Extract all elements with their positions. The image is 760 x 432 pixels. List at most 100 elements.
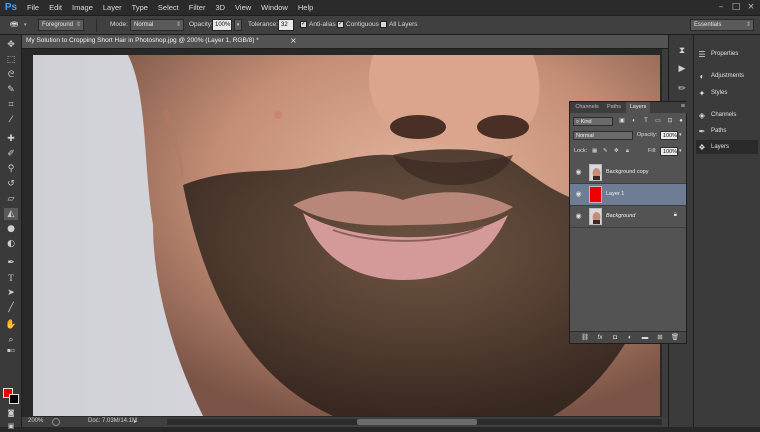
panel-adjustments[interactable]: ◐ Adjustments: [696, 69, 758, 83]
lock-transparent-icon[interactable]: ▦: [592, 147, 597, 156]
brush-presets-icon[interactable]: ✏: [675, 83, 689, 95]
quick-select-icon[interactable]: ✎: [4, 84, 18, 96]
opacity-dropdown-icon[interactable]: ▾: [234, 19, 242, 31]
lasso-icon[interactable]: ᘓ: [4, 69, 18, 81]
link-icon[interactable]: ⛓: [580, 333, 590, 343]
tab-layers[interactable]: Layers: [626, 102, 650, 113]
document-tab[interactable]: My Solution to Cropping Short Hair in Ph…: [22, 35, 668, 49]
panel-styles[interactable]: ✦ Styles: [696, 86, 758, 100]
new-layer-icon[interactable]: ⊞: [655, 333, 665, 343]
zoom-reset-icon[interactable]: [52, 418, 60, 426]
history-brush-icon[interactable]: ↺: [4, 178, 18, 190]
menu-layer[interactable]: Layer: [98, 0, 127, 15]
zoom-level[interactable]: 200%: [28, 418, 43, 424]
fill-source-select[interactable]: Foreground ⇕: [38, 19, 84, 31]
status-menu-arrow[interactable]: ▸: [134, 418, 137, 425]
menu-type[interactable]: Type: [127, 0, 153, 15]
pen-icon[interactable]: ✒: [4, 257, 18, 269]
layer-opacity-field[interactable]: 100%: [660, 131, 678, 140]
minimize-icon[interactable]: –: [716, 2, 726, 12]
contiguous-checkbox[interactable]: ✓: [337, 21, 344, 28]
menu-select[interactable]: Select: [153, 0, 184, 15]
adjustment-filter-icon[interactable]: ◐: [630, 117, 638, 125]
visibility-eye-icon[interactable]: ◉: [574, 190, 583, 199]
mode-select[interactable]: Normal ⇕: [130, 19, 184, 31]
workspace-select[interactable]: Essentials ⇕: [690, 19, 754, 31]
layer-row[interactable]: ◉ Background copy: [570, 162, 686, 184]
menu-filter[interactable]: Filter: [184, 0, 211, 15]
opacity-dropdown-icon[interactable]: ▾: [679, 131, 682, 140]
crop-icon[interactable]: ⌗: [4, 99, 18, 111]
maximize-icon[interactable]: □: [731, 2, 741, 12]
brush-icon[interactable]: ✐: [4, 148, 18, 160]
menu-edit[interactable]: Edit: [44, 0, 67, 15]
opacity-field[interactable]: 100%: [212, 19, 232, 31]
eraser-icon[interactable]: ▱: [4, 193, 18, 205]
menu-window[interactable]: Window: [256, 0, 293, 15]
hand-icon[interactable]: ✋: [4, 319, 18, 331]
background-color-swatch[interactable]: [9, 394, 19, 404]
history-icon[interactable]: ⧗: [675, 45, 689, 57]
clone-stamp-icon[interactable]: ⚲: [4, 163, 18, 175]
tab-channels[interactable]: Channels: [572, 102, 602, 113]
eyedropper-icon[interactable]: ⁄: [4, 114, 18, 126]
fx-button[interactable]: fx: [595, 333, 605, 343]
close-icon[interactable]: ×: [746, 2, 756, 12]
type-filter-icon[interactable]: T: [642, 117, 650, 125]
fill-dropdown-icon[interactable]: ▾: [679, 147, 682, 156]
panel-properties[interactable]: ☰ Properties: [696, 47, 758, 61]
paint-bucket-icon[interactable]: ⛂: [10, 19, 18, 30]
visibility-eye-icon[interactable]: ◉: [574, 168, 583, 177]
shape-filter-icon[interactable]: ▭: [654, 117, 662, 125]
marquee-icon[interactable]: ⬚: [4, 54, 18, 66]
menu-view[interactable]: View: [230, 0, 256, 15]
opacity-label: Opacity:: [189, 21, 213, 28]
menu-3d[interactable]: 3D: [210, 0, 230, 15]
trash-icon[interactable]: 🗑︎: [670, 333, 680, 343]
blend-mode-select[interactable]: Normal: [573, 131, 633, 140]
healing-brush-icon[interactable]: ✚: [4, 133, 18, 145]
pixel-filter-icon[interactable]: ▣: [618, 117, 626, 125]
layer-row[interactable]: ◉ Background 🔒︎: [570, 206, 686, 228]
type-icon[interactable]: T: [4, 272, 18, 284]
all-layers-checkbox[interactable]: [380, 21, 387, 28]
fill-field[interactable]: 100%: [660, 147, 678, 156]
panel-menu-icon[interactable]: ≡: [681, 103, 685, 110]
panel-channels[interactable]: ◈ Channels: [696, 108, 758, 122]
tab-paths[interactable]: Paths: [603, 102, 625, 113]
anti-alias-checkbox[interactable]: ✓: [300, 21, 307, 28]
visibility-eye-icon[interactable]: ◉: [574, 212, 583, 221]
lock-position-icon[interactable]: ✥: [614, 147, 619, 156]
quick-mask-icon[interactable]: ◙: [4, 407, 18, 419]
tolerance-field[interactable]: 32: [278, 19, 294, 31]
panel-paths[interactable]: ✒ Paths: [696, 124, 758, 138]
scrollbar-thumb[interactable]: [357, 419, 477, 425]
horizontal-scrollbar[interactable]: [167, 419, 662, 425]
group-icon[interactable]: ▬: [640, 333, 650, 343]
menu-file[interactable]: File: [22, 0, 44, 15]
dodge-icon[interactable]: ◐: [4, 238, 18, 250]
default-colors-icon[interactable]: ▪▫: [4, 345, 18, 357]
layer-row-selected[interactable]: ◉ Layer 1: [570, 184, 686, 206]
path-select-icon[interactable]: ➤: [4, 287, 18, 299]
adjustment-layer-icon[interactable]: ◐: [625, 333, 635, 343]
chevron-down-icon[interactable]: ▾: [24, 22, 27, 28]
filter-kind-select[interactable]: ⌕ Kind: [573, 117, 613, 126]
close-tab-icon[interactable]: ×: [290, 36, 297, 45]
smart-filter-icon[interactable]: ⊡: [666, 117, 674, 125]
lock-pixels-icon[interactable]: ✎: [603, 147, 608, 156]
menu-image[interactable]: Image: [67, 0, 98, 15]
menu-help[interactable]: Help: [293, 0, 318, 15]
lock-all-icon[interactable]: 🔒︎: [626, 147, 629, 156]
line-icon[interactable]: ╱: [4, 302, 18, 314]
panel-layers[interactable]: ❖ Layers: [696, 140, 758, 154]
blend-row: Normal Opacity: 100% ▾: [570, 131, 688, 142]
mask-icon[interactable]: ◘: [610, 333, 620, 343]
filter-toggle-icon[interactable]: ●: [677, 117, 685, 125]
move-icon[interactable]: ✥: [4, 39, 18, 51]
screen-mode-icon[interactable]: ▣: [4, 420, 18, 432]
paint-bucket-icon[interactable]: ◭: [4, 208, 18, 220]
actions-icon[interactable]: ▶: [675, 63, 689, 75]
blur-icon[interactable]: ●: [4, 223, 18, 235]
photo-canvas[interactable]: [33, 55, 660, 416]
